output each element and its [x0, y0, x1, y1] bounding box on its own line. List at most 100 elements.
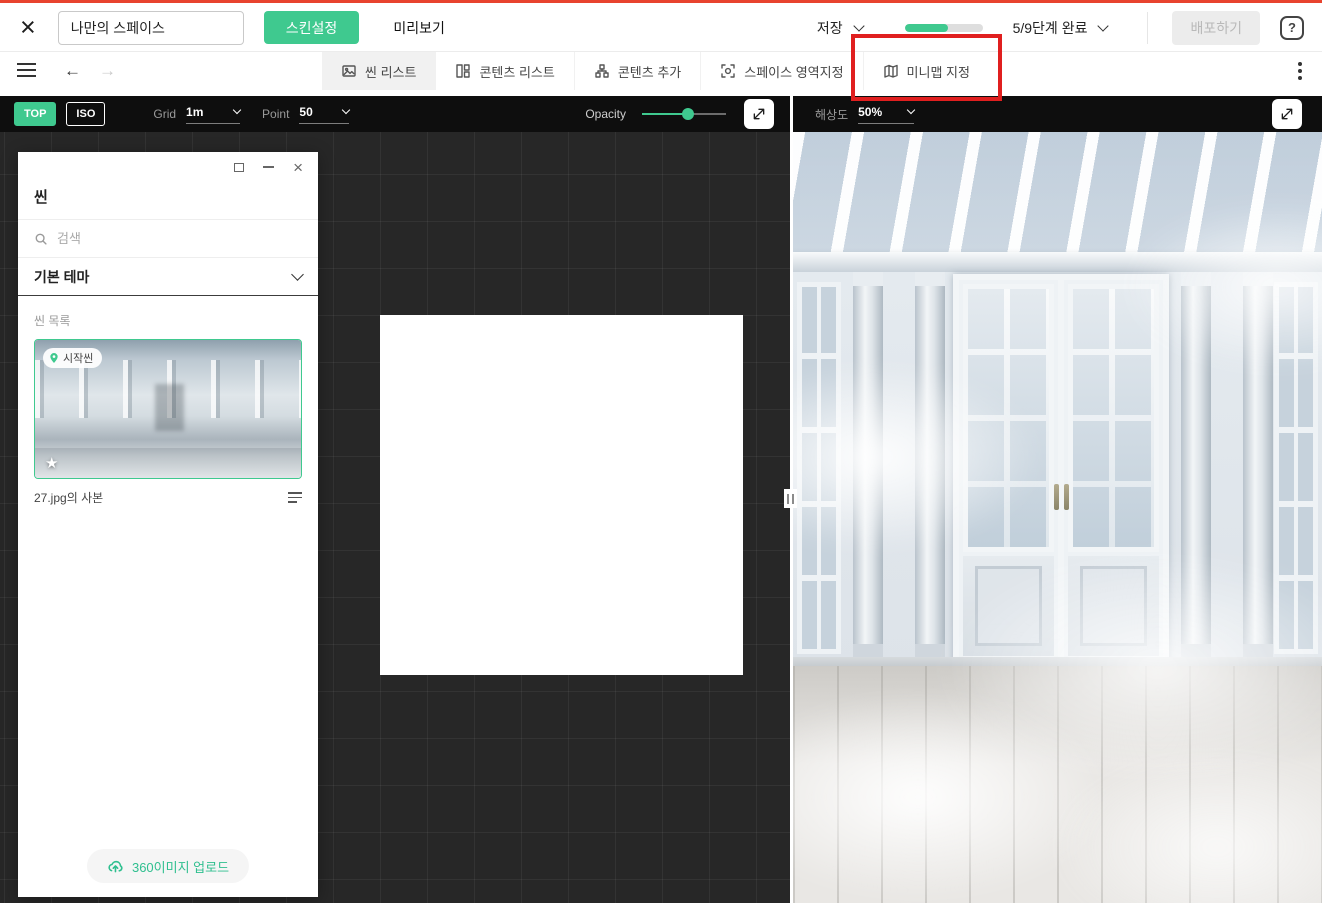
- thumbnail-doorway: [154, 384, 184, 432]
- door-right: [1064, 280, 1163, 660]
- preview-expand-button[interactable]: [1272, 99, 1302, 129]
- scene-search-input[interactable]: [57, 231, 302, 246]
- close-icon[interactable]: ×: [20, 14, 36, 41]
- point-size-dropdown[interactable]: 50: [299, 105, 351, 124]
- thumbnail-floor: [35, 448, 301, 478]
- pilaster: [1243, 272, 1273, 670]
- topbar: × 스킨설정 미리보기 저장 5/9단계 완료 배포하기 ?: [0, 0, 1322, 52]
- preview-controls-bar: 해상도 50%: [793, 96, 1322, 132]
- tab-scene-list[interactable]: 씬 리스트: [322, 52, 436, 90]
- help-icon[interactable]: ?: [1280, 15, 1304, 40]
- deploy-button[interactable]: 배포하기: [1172, 10, 1260, 45]
- steps-label: 5/9단계 완료: [1012, 19, 1088, 36]
- editor-controls-bar: TOP ISO Grid 1m Point 50 Opacity: [0, 96, 790, 132]
- save-label: 저장: [816, 19, 843, 36]
- menu-icon[interactable]: [17, 63, 36, 81]
- minimize-icon[interactable]: [263, 166, 275, 168]
- expand-icon: [1281, 108, 1293, 120]
- editor-tabs: 씬 리스트 콘텐츠 리스트 콘텐츠 추가 스페이스 영역지정 미니맵 지정: [322, 34, 1002, 101]
- grid-label: Grid: [153, 107, 177, 121]
- scene-panel-title: 씬: [18, 182, 318, 220]
- image-icon: [342, 65, 356, 77]
- scene-panel: × 씬 기본 테마 씬 목록: [18, 152, 318, 897]
- chevron-down-icon: [852, 19, 865, 32]
- door-handle: [1064, 484, 1069, 510]
- more-options-icon[interactable]: [1298, 62, 1302, 83]
- chevron-down-icon: [232, 105, 242, 114]
- chevron-down-icon: [1097, 19, 1110, 32]
- scene-caption-row: 27.jpg의 사본: [34, 489, 302, 506]
- slider-knob[interactable]: [682, 108, 695, 120]
- side-window-left: [797, 282, 841, 654]
- chevron-down-icon: [291, 267, 304, 281]
- top-accent-line: [0, 0, 1322, 3]
- tab-minimap[interactable]: 미니맵 지정: [850, 34, 1002, 101]
- french-doors: [953, 274, 1169, 666]
- progress-bar: [904, 23, 983, 32]
- door-left: [959, 280, 1058, 660]
- upload-cloud-icon: [108, 860, 123, 872]
- scene-thumbnail[interactable]: 시작씬 ★: [34, 339, 302, 479]
- scene-search-row: [18, 220, 318, 258]
- scene-options-icon[interactable]: [288, 492, 302, 503]
- upload-360-button[interactable]: 360이미지 업로드: [86, 849, 250, 883]
- theme-name: 기본 테마: [34, 268, 90, 285]
- ceiling-beam: [793, 252, 1322, 272]
- door-bottom-panel: [1068, 556, 1159, 656]
- add-node-icon: [595, 64, 609, 78]
- resolution-dropdown[interactable]: 50%: [858, 105, 916, 124]
- opacity-label: Opacity: [585, 107, 626, 121]
- map-icon: [883, 64, 898, 78]
- toolbar: ← → 씬 리스트 콘텐츠 리스트 콘텐츠 추가 스페이스 영역지정 미니맵 지…: [0, 34, 1322, 101]
- pin-icon: [50, 353, 58, 363]
- glass-ceiling: [793, 132, 1322, 254]
- floorplan-rect[interactable]: [380, 315, 743, 675]
- editor-expand-button[interactable]: [744, 99, 774, 129]
- theme-dropdown[interactable]: 기본 테마: [18, 258, 318, 296]
- tab-space-area[interactable]: 스페이스 영역지정: [700, 52, 862, 90]
- panel-close-icon[interactable]: ×: [293, 159, 303, 176]
- topbar-divider: [1147, 11, 1149, 44]
- forward-arrow-button[interactable]: →: [99, 52, 116, 90]
- pilaster: [915, 272, 945, 670]
- space-editor-app: × 스킨설정 미리보기 저장 5/9단계 완료 배포하기 ? ← →: [0, 0, 1322, 903]
- blocks-icon: [456, 64, 471, 78]
- space-name-input[interactable]: [57, 10, 244, 45]
- tab-add-content[interactable]: 콘텐츠 추가: [573, 52, 700, 90]
- scene-name: 27.jpg의 사본: [34, 491, 104, 505]
- preview-link[interactable]: 미리보기: [393, 18, 445, 38]
- tab-content-list[interactable]: 콘텐츠 리스트: [435, 52, 573, 90]
- preview-pane: 해상도 50%: [793, 96, 1322, 903]
- pilaster: [1181, 272, 1211, 670]
- grid-size-dropdown[interactable]: 1m: [186, 105, 242, 124]
- editor-pane: TOP ISO Grid 1m Point 50 Opacity × 씬 검색 …: [0, 96, 790, 903]
- door-glass-panes: [1068, 284, 1159, 552]
- side-window-right: [1274, 282, 1318, 654]
- progress-fill: [904, 23, 949, 32]
- point-label: Point: [262, 107, 290, 121]
- grid-canvas[interactable]: × 씬 기본 테마 씬 목록: [0, 132, 790, 903]
- favorite-star-icon[interactable]: ★: [45, 454, 58, 472]
- chevron-down-icon: [342, 105, 351, 114]
- area-select-icon: [721, 64, 735, 78]
- back-arrow-button[interactable]: ←: [64, 52, 81, 90]
- scene-panel-titlebar: ×: [18, 152, 318, 182]
- opacity-slider[interactable]: [642, 107, 726, 121]
- door-glass-panes: [963, 284, 1054, 552]
- door-handle: [1054, 484, 1059, 510]
- pane-resize-handle[interactable]: [784, 489, 797, 508]
- resolution-label: 해상도: [815, 107, 849, 122]
- door-bottom-panel: [963, 556, 1054, 656]
- view-top-button[interactable]: TOP: [14, 102, 57, 126]
- search-icon: [35, 233, 47, 245]
- panorama-viewport[interactable]: [793, 132, 1322, 903]
- skin-settings-button[interactable]: 스킨설정: [263, 11, 360, 44]
- steps-dropdown[interactable]: 5/9단계 완료: [1012, 18, 1110, 38]
- maximize-icon[interactable]: [234, 162, 245, 172]
- save-dropdown[interactable]: 저장: [816, 18, 865, 38]
- wood-floor: [793, 657, 1322, 903]
- chevron-down-icon: [906, 105, 916, 114]
- view-iso-button[interactable]: ISO: [66, 102, 106, 126]
- start-scene-badge: 시작씬: [43, 348, 103, 368]
- pilaster: [853, 272, 883, 670]
